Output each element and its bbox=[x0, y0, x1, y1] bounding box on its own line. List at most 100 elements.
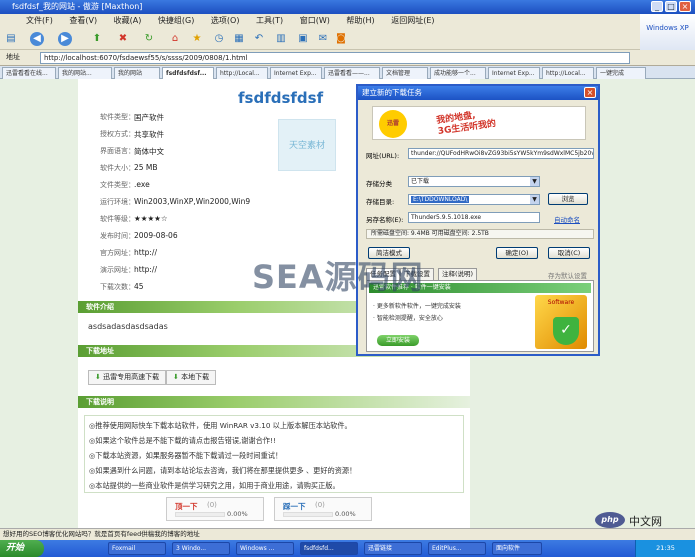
split-view-icon[interactable]: ▥ bbox=[274, 32, 288, 46]
field-value-official[interactable]: http:// bbox=[134, 248, 157, 257]
field-value-demo[interactable]: http:// bbox=[134, 265, 157, 274]
dialog-close-button[interactable]: × bbox=[584, 87, 596, 98]
group-icon[interactable]: ▦ bbox=[232, 32, 246, 46]
url-input[interactable]: thunder://QUFodHRwOi8vZG93bi5sYW5kYm9sdW… bbox=[408, 148, 594, 159]
tab-3[interactable]: 我的网站 bbox=[114, 67, 160, 79]
vote-down-box[interactable]: 踩一下 (0) 0.00% bbox=[274, 497, 372, 521]
thunder-download-label: 迅雷专用高速下载 bbox=[103, 373, 160, 381]
vote-down-bar bbox=[283, 512, 333, 517]
taskbar: 开始 Foxmail 3 Windo... Windows ... fsdfds… bbox=[0, 540, 695, 557]
tab-12[interactable]: 一键完成 bbox=[596, 67, 646, 79]
software-thumbnail[interactable]: 天空素材 bbox=[278, 119, 336, 171]
tab-11[interactable]: http://Local... bbox=[542, 67, 594, 79]
task-thunder[interactable]: 迅雷链接 bbox=[364, 542, 422, 555]
intro-text: asdsadasdasdsadas bbox=[88, 322, 168, 331]
status-text: 想好用的SEO博客优化网站吗？就是首页有feed供稿我的博客的地址 bbox=[3, 530, 200, 538]
field-value-rating: ★★★★☆ bbox=[134, 214, 168, 223]
menu-options[interactable]: 选项(O) bbox=[211, 16, 240, 25]
dialog-banner[interactable]: 迅雷 我的地盘, 3G生活听我的 bbox=[372, 106, 586, 140]
history-icon[interactable]: ◷ bbox=[212, 32, 226, 46]
task-windows-group[interactable]: 3 Windo... bbox=[172, 542, 230, 555]
vote-up-label[interactable]: 顶一下 bbox=[175, 501, 198, 512]
chevron-down-icon: ▼ bbox=[530, 195, 539, 204]
promo-line: · 智能检测提醒，安全放心 bbox=[373, 315, 443, 322]
favorites-star-icon[interactable]: ★ bbox=[190, 32, 204, 46]
autoname-link[interactable]: 自动命名 bbox=[554, 214, 580, 224]
up-icon[interactable]: ⬆ bbox=[90, 32, 104, 46]
start-button[interactable]: 开始 bbox=[0, 540, 44, 557]
menu-return[interactable]: 返回网址(E) bbox=[391, 16, 434, 25]
url-label: 网址(URL): bbox=[366, 152, 400, 160]
vote-up-bar bbox=[175, 512, 225, 517]
refresh-icon[interactable]: ↻ bbox=[142, 32, 156, 46]
menu-help[interactable]: 帮助(H) bbox=[346, 16, 374, 25]
task-software[interactable]: 面向软件 bbox=[492, 542, 542, 555]
task-browser[interactable]: fsdfdsfd... bbox=[300, 542, 358, 555]
tab-1[interactable]: 迅雷看看在线... bbox=[2, 67, 56, 79]
field-value-license: 共享软件 bbox=[134, 130, 164, 139]
software-box-label: Software bbox=[547, 299, 575, 306]
address-bar: 地址 http://localhost:6070/fsdaewsf55/s/ss… bbox=[0, 50, 695, 66]
vote-up-box[interactable]: 顶一下 (0) 0.00% bbox=[166, 497, 264, 521]
dir-select[interactable]: E:\TDDOWNLOAD\ ▼ bbox=[408, 194, 540, 205]
note-line: ◎本站提供的一些商业软件是供学习研究之用，如用于商业用途，请购买正版。 bbox=[89, 481, 340, 490]
menu-bar: 文件(F) 查看(V) 收藏(A) 快捷组(G) 选项(O) 工具(T) 窗口(… bbox=[0, 14, 640, 28]
menu-groups[interactable]: 快捷组(G) bbox=[158, 16, 194, 25]
menu-favorites[interactable]: 收藏(A) bbox=[114, 16, 142, 25]
tab-notes[interactable]: 注释(说明) bbox=[438, 268, 478, 280]
ok-button[interactable]: 确定(O) bbox=[496, 247, 538, 259]
tab-2[interactable]: 我的网站... bbox=[58, 67, 112, 79]
task-editplus[interactable]: EditPlus... bbox=[428, 542, 486, 555]
tab-9[interactable]: 成功能够一个... bbox=[430, 67, 486, 79]
field-value-date: 2009-08-06 bbox=[134, 231, 178, 240]
tab-8[interactable]: 文档管理 bbox=[382, 67, 428, 79]
category-select[interactable]: 已下载 ▼ bbox=[408, 176, 540, 187]
xp-brand-logo: Windows XP bbox=[640, 14, 695, 50]
forward-icon[interactable]: ▶ bbox=[58, 32, 72, 46]
category-label: 存储分类 bbox=[366, 180, 392, 188]
download-arrow-icon: ⬇ bbox=[95, 373, 101, 381]
field-value-size: 25 MB bbox=[134, 163, 158, 172]
saveas-input[interactable]: Thunder5.9.5.1018.exe bbox=[408, 212, 540, 223]
menu-view[interactable]: 查看(V) bbox=[69, 16, 97, 25]
maximize-button[interactable]: □ bbox=[665, 1, 677, 12]
tab-4-active[interactable]: fsdfdsfdsf... bbox=[162, 67, 214, 79]
tab-10[interactable]: Internet Exp... bbox=[488, 67, 540, 79]
mail-icon[interactable]: ✉ bbox=[316, 32, 330, 46]
menu-tools[interactable]: 工具(T) bbox=[256, 16, 283, 25]
tab-bar: 迅雷看看在线... 我的网站... 我的网站 fsdfdsfdsf... htt… bbox=[0, 66, 695, 79]
home-icon[interactable]: ⌂ bbox=[168, 32, 182, 46]
page-icon[interactable]: ▤ bbox=[4, 32, 18, 46]
new-download-dialog: 建立新的下载任务 × 迅雷 我的地盘, 3G生活听我的 网址(URL): thu… bbox=[356, 84, 600, 356]
address-input[interactable]: http://localhost:6070/fsdaewsf55/s/ssss/… bbox=[40, 52, 630, 64]
minimize-button[interactable]: _ bbox=[651, 1, 663, 12]
menu-window[interactable]: 窗口(W) bbox=[300, 16, 330, 25]
save-default-link[interactable]: 存为默认设置 bbox=[548, 270, 587, 280]
window-icon[interactable]: ▣ bbox=[296, 32, 310, 46]
tab-6[interactable]: Internet Exp... bbox=[270, 67, 322, 79]
local-download-button[interactable]: ⬇ 本地下载 bbox=[166, 370, 217, 385]
browse-button[interactable]: 浏览 bbox=[548, 193, 588, 205]
undo-icon[interactable]: ↶ bbox=[252, 32, 266, 46]
field-value-filetype: .exe bbox=[134, 180, 150, 189]
promo-install-button[interactable]: 立即安装 bbox=[377, 335, 419, 346]
note-line: ◎如果这个软件总是不能下载的请点击报告错误,谢谢合作!! bbox=[89, 436, 276, 445]
vote-down-label[interactable]: 踩一下 bbox=[283, 501, 306, 512]
cancel-button[interactable]: 取消(C) bbox=[548, 247, 590, 259]
rss-icon[interactable]: ◙ bbox=[334, 32, 348, 46]
close-window-button[interactable]: × bbox=[679, 1, 691, 12]
task-foxmail[interactable]: Foxmail bbox=[108, 542, 166, 555]
dir-label: 存储目录: bbox=[366, 198, 395, 206]
php-logo-icon: php bbox=[595, 512, 625, 528]
back-icon[interactable]: ◀ bbox=[30, 32, 44, 46]
thunder-logo-icon: 迅雷 bbox=[379, 110, 407, 138]
window-title-bar: fsdfdsf_我的网站 - 傲游 [Maxthon] _ □ × bbox=[0, 0, 695, 14]
stop-icon[interactable]: ✖ bbox=[116, 32, 130, 46]
thunder-download-button[interactable]: ⬇ 迅雷专用高速下载 bbox=[88, 370, 167, 385]
task-windows[interactable]: Windows ... bbox=[236, 542, 294, 555]
php-cn-text: 中文网 bbox=[629, 515, 662, 528]
menu-file[interactable]: 文件(F) bbox=[26, 16, 53, 25]
tab-7[interactable]: 迅雷看看——... bbox=[324, 67, 380, 79]
tab-5[interactable]: http://Local... bbox=[216, 67, 268, 79]
vote-down-percent: 0.00% bbox=[335, 510, 356, 518]
